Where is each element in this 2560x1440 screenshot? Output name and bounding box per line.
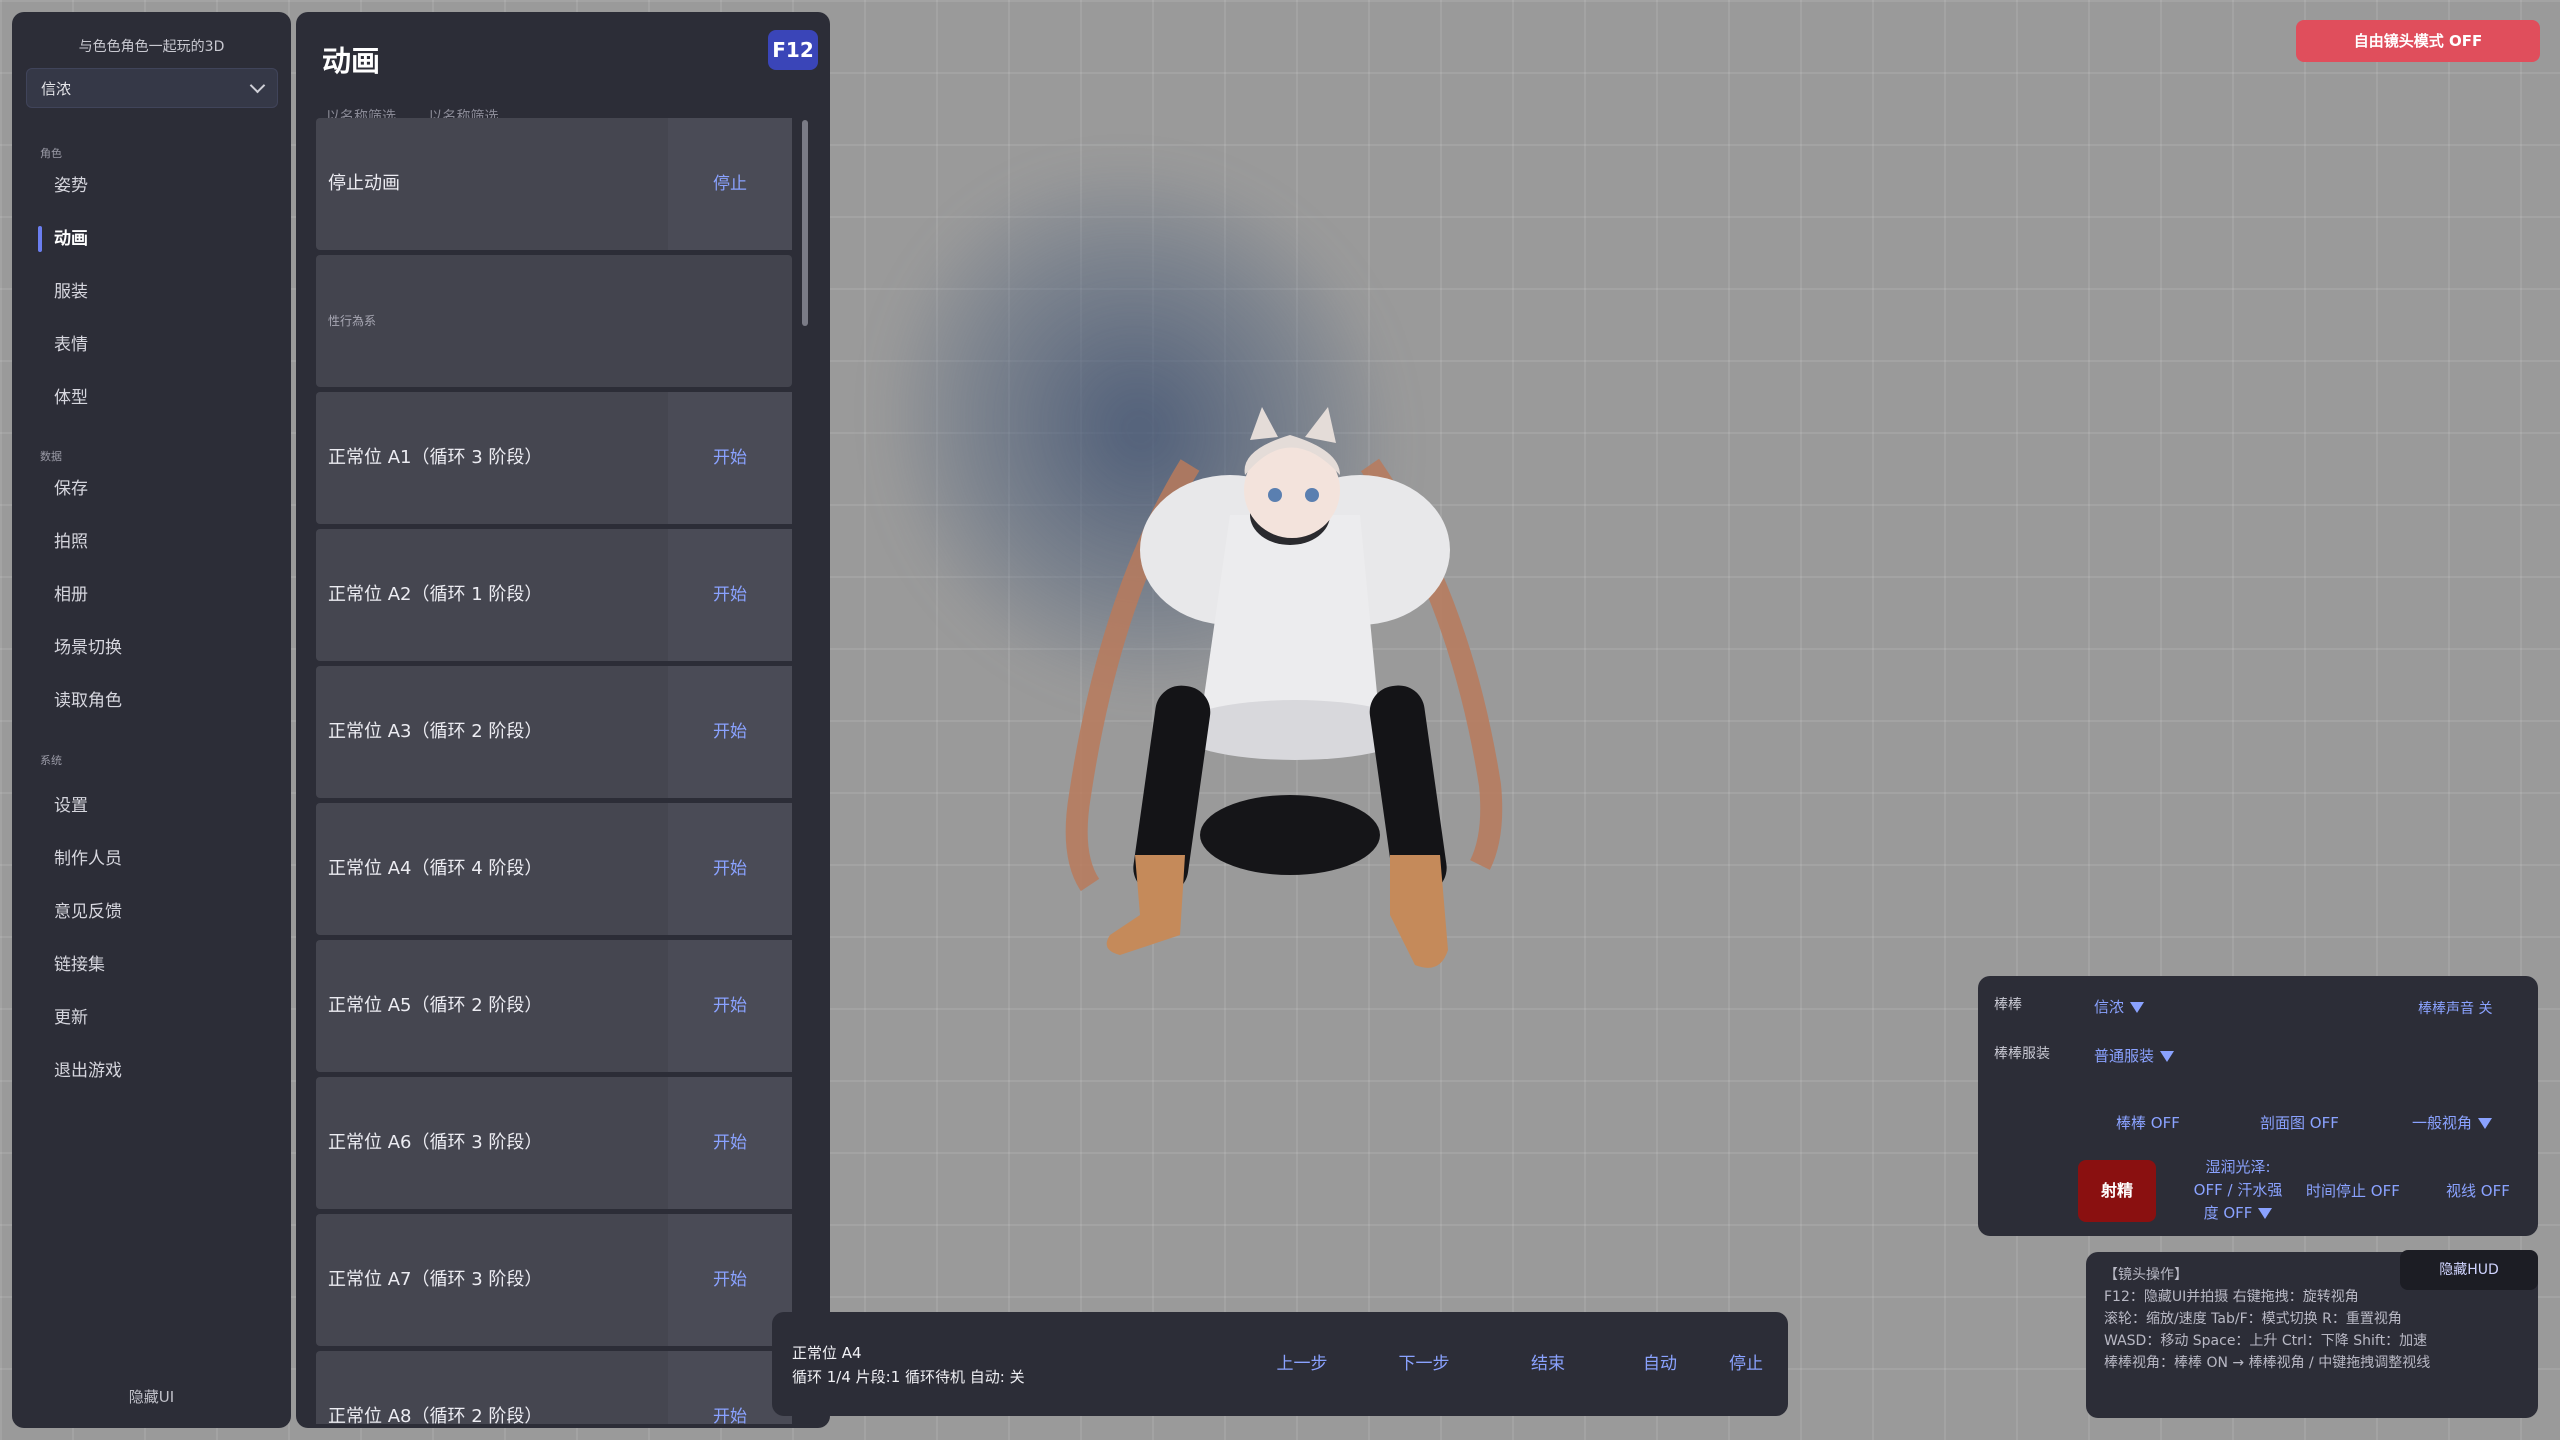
sidebar-item-quit[interactable]: 退出游戏 bbox=[26, 1049, 278, 1093]
outfit-label: 棒棒服装 bbox=[1994, 1046, 2050, 1062]
sidebar-item-animation[interactable]: 动画 bbox=[26, 217, 278, 261]
caret-down-icon bbox=[2130, 1002, 2145, 1013]
next-step-button[interactable]: 下一步 bbox=[1374, 1312, 1474, 1416]
gaze-toggle[interactable]: 视线 OFF bbox=[2446, 1180, 2510, 1201]
chevron-down-icon bbox=[249, 77, 266, 94]
help-line: WASD：移动 Space：上升 Ctrl：下降 Shift：加速 bbox=[2104, 1333, 2428, 1349]
caret-down-icon bbox=[2258, 1208, 2273, 1219]
list-item: 正常位 A8（循环 2 阶段） 开始 bbox=[316, 1351, 792, 1424]
stop-animation-label: 停止动画 bbox=[328, 173, 400, 194]
list-item: 正常位 A6（循环 3 阶段） 开始 bbox=[316, 1077, 792, 1209]
sidebar-item-expression[interactable]: 表情 bbox=[26, 323, 278, 367]
playback-animation-name: 正常位 A4 bbox=[792, 1344, 862, 1362]
help-title: 【镜头操作】 bbox=[2104, 1267, 2188, 1283]
wetness-line: 湿润光泽: bbox=[2205, 1158, 2271, 1176]
wetness-dropdown[interactable]: 湿润光泽: OFF / 汗水强 度 OFF bbox=[2178, 1156, 2298, 1225]
start-button[interactable]: 开始 bbox=[668, 940, 792, 1072]
start-button[interactable]: 开始 bbox=[668, 803, 792, 935]
sidebar-item-pose[interactable]: 姿势 bbox=[26, 164, 278, 208]
climax-button[interactable]: 射精 bbox=[2078, 1160, 2156, 1222]
animation-label: 正常位 A5（循环 2 阶段） bbox=[328, 995, 543, 1016]
start-button[interactable]: 开始 bbox=[668, 392, 792, 524]
sidebar-item-feedback[interactable]: 意见反馈 bbox=[26, 890, 278, 934]
list-item: 正常位 A5（循环 2 阶段） 开始 bbox=[316, 940, 792, 1072]
help-line: 滚轮：缩放/速度 Tab/F：模式切换 R：重置视角 bbox=[2104, 1311, 2402, 1327]
character-select[interactable]: 信浓 bbox=[26, 68, 278, 108]
help-line: 棒棒视角：棒棒 ON → 棒棒视角 / 中键拖拽调整视线 bbox=[2104, 1355, 2431, 1371]
panel-title: 动画 bbox=[322, 44, 381, 78]
sidebar-item-load-character[interactable]: 读取角色 bbox=[26, 679, 278, 723]
stop-animation-button[interactable]: 停止 bbox=[668, 118, 792, 250]
animation-panel: 动画 F12 以名称筛选 以名称筛选 停止动画 停止 性行為系 正常位 A1（循… bbox=[296, 12, 830, 1428]
wetness-line-last: 度 OFF bbox=[2178, 1202, 2298, 1225]
character-select-value: 信浓 bbox=[41, 79, 72, 98]
end-button[interactable]: 结束 bbox=[1498, 1312, 1598, 1416]
stop-button[interactable]: 停止 bbox=[1706, 1312, 1786, 1416]
time-stop-toggle[interactable]: 时间停止 OFF bbox=[2306, 1180, 2400, 1201]
help-line: F12：隐藏UI并拍摄 右键拖拽：旋转视角 bbox=[2104, 1289, 2359, 1305]
animation-label: 正常位 A8（循环 2 阶段） bbox=[328, 1406, 543, 1424]
prev-step-button[interactable]: 上一步 bbox=[1252, 1312, 1352, 1416]
list-item: 正常位 A1（循环 3 阶段） 开始 bbox=[316, 392, 792, 524]
sidebar-item-body[interactable]: 体型 bbox=[26, 376, 278, 420]
sidebar-item-credits[interactable]: 制作人员 bbox=[26, 837, 278, 881]
character-model bbox=[1065, 407, 1503, 968]
sidebar-item-outfit[interactable]: 服装 bbox=[26, 270, 278, 314]
sidebar-item-settings[interactable]: 设置 bbox=[26, 784, 278, 828]
scrollbar[interactable] bbox=[802, 120, 808, 326]
wetness-line: OFF / 汗水强 bbox=[2193, 1181, 2283, 1199]
animation-label: 正常位 A2（循环 1 阶段） bbox=[328, 584, 543, 605]
stick-character-dropdown[interactable]: 信浓 bbox=[2094, 996, 2145, 1017]
sidebar-item-album[interactable]: 相册 bbox=[26, 573, 278, 617]
animation-label: 正常位 A7（循环 3 阶段） bbox=[328, 1269, 543, 1290]
stick-toggle[interactable]: 棒棒 OFF bbox=[2116, 1112, 2180, 1133]
outfit-value: 普通服装 bbox=[2094, 1047, 2155, 1065]
section-label-character: 角色 bbox=[40, 147, 62, 160]
outfit-dropdown[interactable]: 普通服装 bbox=[2094, 1045, 2175, 1066]
animation-label: 正常位 A6（循环 3 阶段） bbox=[328, 1132, 543, 1153]
view-mode-value: 一般视角 bbox=[2412, 1114, 2473, 1132]
sidebar-item-save[interactable]: 保存 bbox=[26, 467, 278, 511]
stop-animation-row: 停止动画 停止 bbox=[316, 118, 792, 250]
animation-label: 正常位 A4（循环 4 阶段） bbox=[328, 858, 543, 879]
stick-character-value: 信浓 bbox=[2094, 998, 2125, 1016]
sidebar: 与色色角色一起玩的3D 信浓 角色 姿势 动画 服装 表情 体型 数据 保存 拍… bbox=[12, 12, 291, 1428]
stick-sound-toggle[interactable]: 棒棒声音 关 bbox=[2418, 998, 2492, 1018]
caret-down-icon bbox=[2160, 1051, 2175, 1062]
hide-hud-button[interactable]: 隐藏HUD bbox=[2400, 1250, 2538, 1290]
sidebar-item-update[interactable]: 更新 bbox=[26, 996, 278, 1040]
playback-bar: 正常位 A4 循环 1/4 片段:1 循环待机 自动: 关 上一步 下一步 结束… bbox=[772, 1312, 1788, 1416]
animation-label: 正常位 A3（循环 2 阶段） bbox=[328, 721, 543, 742]
playback-status: 循环 1/4 片段:1 循环待机 自动: 关 bbox=[792, 1368, 1025, 1386]
list-item: 正常位 A2（循环 1 阶段） 开始 bbox=[316, 529, 792, 661]
f12-badge: F12 bbox=[768, 30, 818, 70]
section-label-data: 数据 bbox=[40, 450, 62, 463]
caret-down-icon bbox=[2478, 1118, 2493, 1129]
cross-section-toggle[interactable]: 剖面图 OFF bbox=[2260, 1112, 2339, 1133]
list-item: 正常位 A3（循环 2 阶段） 开始 bbox=[316, 666, 792, 798]
animation-label: 正常位 A1（循环 3 阶段） bbox=[328, 447, 543, 468]
auto-button[interactable]: 自动 bbox=[1610, 1312, 1710, 1416]
group-row: 性行為系 bbox=[316, 255, 792, 387]
group-label: 性行為系 bbox=[328, 314, 377, 328]
stick-label: 棒棒 bbox=[1994, 997, 2022, 1013]
sidebar-item-scene[interactable]: 场景切换 bbox=[26, 626, 278, 670]
sidebar-item-links[interactable]: 链接集 bbox=[26, 943, 278, 987]
hide-ui-button[interactable]: 隐藏UI bbox=[12, 1386, 291, 1407]
free-camera-toggle[interactable]: 自由镜头模式 OFF bbox=[2296, 20, 2540, 62]
control-panel: 棒棒 信浓 棒棒声音 关 棒棒服装 普通服装 棒棒 OFF 剖面图 OFF 一般… bbox=[1978, 976, 2538, 1236]
app-title: 与色色角色一起玩的3D bbox=[78, 39, 225, 55]
list-item: 正常位 A4（循环 4 阶段） 开始 bbox=[316, 803, 792, 935]
start-button[interactable]: 开始 bbox=[668, 529, 792, 661]
list-item: 正常位 A7（循环 3 阶段） 开始 bbox=[316, 1214, 792, 1346]
view-mode-dropdown[interactable]: 一般视角 bbox=[2412, 1112, 2493, 1133]
sidebar-item-photo[interactable]: 拍照 bbox=[26, 520, 278, 564]
start-button[interactable]: 开始 bbox=[668, 666, 792, 798]
start-button[interactable]: 开始 bbox=[668, 1077, 792, 1209]
animation-list[interactable]: 以名称筛选 以名称筛选 停止动画 停止 性行為系 正常位 A1（循环 3 阶段）… bbox=[316, 106, 802, 1424]
section-label-system: 系统 bbox=[40, 754, 62, 767]
